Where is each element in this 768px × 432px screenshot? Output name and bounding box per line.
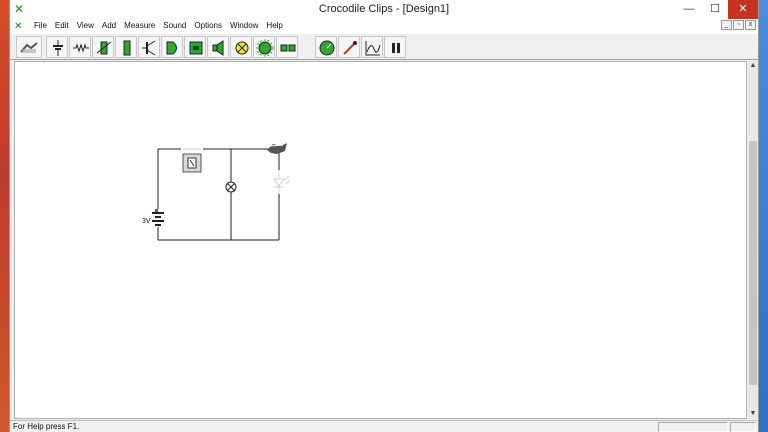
logic-gate-icon [166,41,177,55]
menu-measure[interactable]: Measure [120,19,159,33]
design-canvas[interactable]: 3V [14,61,747,419]
battery-voltage-label: 3V [142,218,151,225]
wire-tool-icon [20,42,38,53]
meter-tool-button[interactable] [315,36,337,58]
desktop-edge-left [0,0,9,432]
scroll-down-arrow-icon[interactable]: ▼ [748,409,758,419]
document-window-controls: _ ▫ x [721,20,756,30]
menu-file[interactable]: File [30,19,51,33]
graph-tool-button[interactable] [361,36,383,58]
scroll-thumb[interactable] [749,141,757,385]
voltmeter-icon [319,40,335,56]
capacitor-tool-button[interactable] [115,36,137,58]
status-help-text: For Help press F1. [13,422,80,431]
minimize-button[interactable]: — [676,0,702,19]
lamp[interactable] [225,181,237,193]
probe-icon [343,41,357,55]
maximize-button[interactable]: ☐ [702,0,728,19]
circuit-diagram[interactable]: 3V [15,62,748,420]
app-window: ✕ Crocodile Clips - [Design1] — ☐ ✕ ✕ Fi… [9,0,759,432]
document-menu-icon[interactable]: ✕ [14,21,30,32]
menu-window[interactable]: Window [226,19,262,33]
menu-help[interactable]: Help [262,19,286,33]
switch-icon [280,44,296,52]
menu-options[interactable]: Options [190,19,226,33]
motor-tool-button[interactable] [253,36,275,58]
integrated-circuit-tool-button[interactable] [184,36,206,58]
power-supply-tool-button[interactable] [46,36,68,58]
logic-gate-tool-button[interactable] [161,36,183,58]
menu-edit[interactable]: Edit [51,19,73,33]
desktop-edge-right [759,0,768,432]
probe-tool-button[interactable] [338,36,360,58]
lamp-tool-button[interactable] [230,36,252,58]
lamp-icon [235,41,249,55]
toggle-switch[interactable] [181,146,203,173]
menu-view[interactable]: View [73,19,98,33]
window-title: Crocodile Clips - [Design1] [318,3,450,15]
wire-tool-button[interactable] [16,36,42,58]
close-button[interactable]: ✕ [728,0,758,19]
pause-tool-button[interactable] [384,36,406,58]
variable-resistor-tool-button[interactable] [92,36,114,58]
speaker-tool-button[interactable] [207,36,229,58]
document-close-button[interactable]: x [745,20,756,30]
document-minimize-button[interactable]: _ [721,20,732,30]
graph-icon [365,41,381,56]
vertical-scrollbar[interactable]: ▲ ▼ [748,61,758,419]
menu-add[interactable]: Add [98,19,120,33]
window-controls: — ☐ ✕ [676,0,758,19]
pause-icon [392,43,400,53]
menu-sound[interactable]: Sound [159,19,190,33]
transistor-tool-button[interactable] [138,36,160,58]
status-bar: For Help press F1. [10,420,758,432]
resistor-icon [73,43,89,53]
battery[interactable] [152,209,164,227]
status-pane-2 [730,422,756,432]
switches-tool-button[interactable] [276,36,298,58]
speaker-icon [212,40,224,56]
title-bar[interactable]: ✕ Crocodile Clips - [Design1] — ☐ ✕ [10,0,758,19]
probe-clip[interactable] [267,143,287,154]
capacitor-icon [123,40,131,56]
menu-bar: ✕ File Edit View Add Measure Sound Optio… [10,19,758,33]
status-pane-1 [658,422,728,432]
component-toolbar [10,33,758,60]
resistor-tool-button[interactable] [69,36,91,58]
scroll-up-arrow-icon[interactable]: ▲ [748,61,758,71]
motor-icon [256,39,274,57]
integrated-circuit-icon [189,41,203,55]
variable-resistor-icon [96,41,112,55]
led[interactable] [273,170,291,194]
document-restore-button[interactable]: ▫ [733,20,744,30]
transistor-icon [142,40,156,56]
battery-icon [53,40,63,56]
